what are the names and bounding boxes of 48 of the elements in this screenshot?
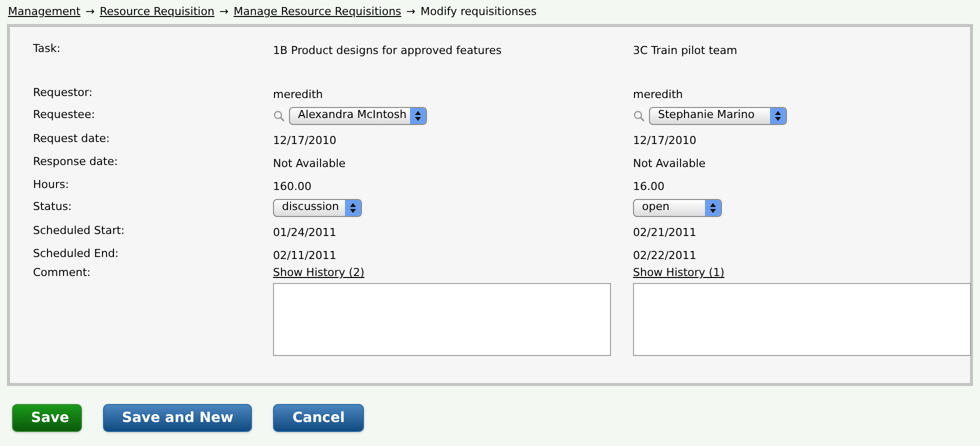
- field-value: 02/11/2011: [273, 249, 336, 262]
- field-label: Hours:: [33, 176, 70, 193]
- field-label: Request date:: [33, 130, 111, 147]
- field-label: Scheduled End:: [33, 246, 120, 262]
- dropdown-arrows-icon: [410, 108, 426, 124]
- field-label: Requestor:: [33, 84, 94, 101]
- requestee-select[interactable]: Stephanie Marino: [649, 106, 787, 124]
- show-history-link[interactable]: Show History (2): [273, 265, 633, 282]
- action-button[interactable]: Save and New: [103, 404, 252, 432]
- show-history-link[interactable]: Show History (1): [633, 265, 971, 282]
- field-label: Status:: [33, 199, 73, 216]
- field-value: meredith: [273, 88, 323, 101]
- page-title: Modify requisitionses: [420, 4, 537, 20]
- field-label: Task:: [33, 40, 62, 57]
- breadcrumb-separator: →: [406, 4, 416, 20]
- breadcrumb-link[interactable]: Manage Resource Requisitions: [234, 4, 402, 20]
- search-icon[interactable]: [633, 110, 645, 122]
- search-icon[interactable]: [273, 110, 285, 122]
- field-value: 01/24/2011: [273, 226, 336, 239]
- field-value: 12/17/2010: [273, 134, 336, 147]
- dropdown-arrows-icon: [705, 200, 721, 216]
- comment-field[interactable]: [633, 282, 971, 356]
- action-button[interactable]: Cancel: [273, 404, 364, 432]
- field-label: Comment:: [33, 265, 92, 281]
- field-value: 3C Train pilot team: [633, 44, 738, 57]
- field-value: 160.00: [273, 180, 312, 193]
- dropdown-arrows-icon: [770, 108, 786, 124]
- field-value: meredith: [633, 88, 683, 101]
- breadcrumb-link[interactable]: Management: [8, 4, 80, 20]
- breadcrumb-link[interactable]: Resource Requisition: [100, 4, 214, 20]
- breadcrumb-separator: →: [219, 4, 229, 20]
- field-value: 16.00: [633, 180, 664, 193]
- comment-field[interactable]: [273, 282, 611, 356]
- breadcrumb-separator: →: [85, 4, 95, 20]
- dropdown-arrows-icon: [345, 200, 361, 216]
- status-select[interactable]: discussion: [273, 198, 362, 216]
- field-value: Not Available: [273, 157, 346, 170]
- field-value: 02/22/2011: [633, 249, 696, 262]
- field-value: Not Available: [633, 157, 706, 170]
- field-label: Requestee:: [33, 107, 96, 124]
- requestee-select[interactable]: Alexandra McIntosh: [289, 106, 427, 124]
- field-value: 1B Product designs for approved features: [273, 44, 502, 57]
- field-label: Response date:: [33, 154, 119, 170]
- field-value: 12/17/2010: [633, 134, 696, 147]
- field-label: Scheduled Start:: [33, 222, 126, 239]
- field-value: 02/21/2011: [633, 226, 696, 239]
- status-select[interactable]: open: [633, 198, 722, 216]
- save-button[interactable]: Save: [12, 404, 82, 432]
